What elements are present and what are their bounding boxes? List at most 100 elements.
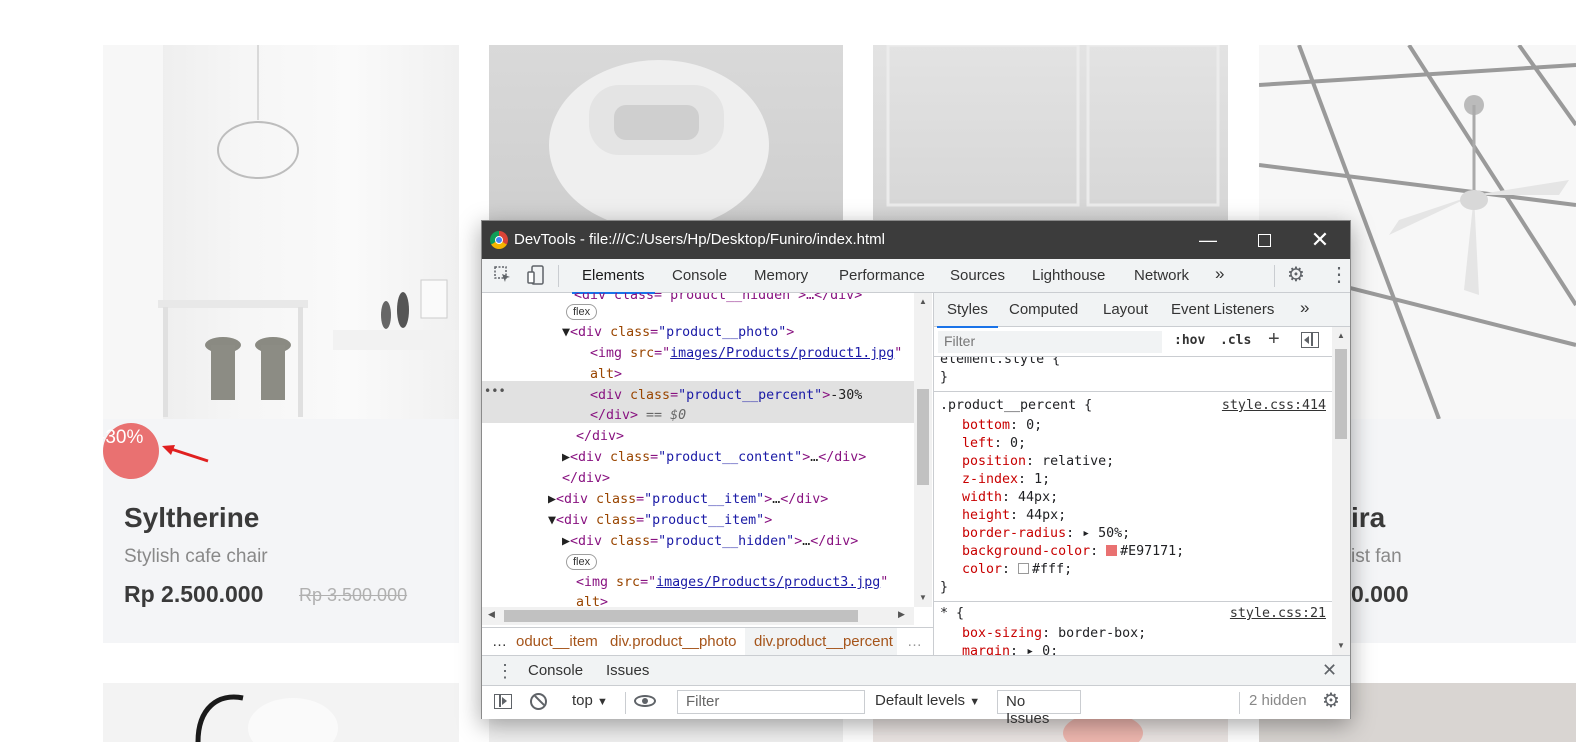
maximize-icon[interactable] [1236,221,1292,259]
styles-filter-input[interactable]: Filter [938,331,1162,353]
css-declaration[interactable]: margin: ▸ 0; [962,643,1058,655]
breadcrumb-item-active[interactable]: div.product__percent [754,633,893,650]
css-declaration[interactable]: bottom: 0; [962,417,1042,435]
minimize-icon[interactable]: — [1180,221,1236,259]
css-declaration[interactable]: color: #fff; [962,561,1072,579]
css-declaration[interactable]: background-color: #E97171; [962,543,1184,561]
element-style-selector[interactable]: element.style { [940,357,1060,369]
styles-rules[interactable]: element.style { } .product__percent { st… [934,357,1332,655]
dom-line[interactable]: </div> [562,468,610,489]
styles-vscrollbar[interactable]: ▲ ▼ [1332,327,1350,655]
tab-console[interactable]: Console [672,267,727,284]
hov-toggle[interactable]: :hov [1174,333,1205,348]
tab-elements[interactable]: Elements [572,267,654,294]
product-photo-3 [873,45,1228,220]
tab-performance[interactable]: Performance [839,267,925,284]
drawer-menu-icon[interactable]: ⋮ [496,661,514,681]
tab-sources[interactable]: Sources [950,267,1005,284]
rule-selector[interactable]: .product__percent { [940,397,1092,415]
color-swatch[interactable] [1018,563,1030,574]
breadcrumb-item[interactable]: oduct__item [516,633,598,650]
drawer-close-icon[interactable]: ✕ [1322,660,1337,680]
close-icon[interactable]: ✕ [1292,221,1348,259]
tab-memory[interactable]: Memory [754,267,808,284]
kebab-icon[interactable]: ⋮ [1329,265,1349,285]
context-select[interactable]: top ▼ [572,692,608,709]
dom-line[interactable]: <div class="product__hidden">…</div> [574,293,862,306]
tab-network[interactable]: Network [1134,267,1189,284]
tab-event-listeners[interactable]: Event Listeners [1171,301,1274,318]
css-declaration[interactable]: width: 44px; [962,489,1058,507]
dom-line[interactable]: ▶<div class="product__hidden">…</div> [562,531,858,552]
devtools-window[interactable]: DevTools - file:///C:/Users/Hp/Desktop/F… [481,220,1351,727]
sidebar-toggle-icon[interactable] [1301,332,1319,348]
dom-line[interactable]: ▶<div class="product__item">…</div> [548,489,828,510]
tab-layout[interactable]: Layout [1103,301,1148,318]
product-photo-3-image [886,45,1220,207]
dom-line-selected[interactable]: <div class="product__percent">-30% [590,385,862,406]
new-rule-button[interactable]: + [1268,328,1280,351]
dom-line[interactable]: <img src="images/Products/product3.jpg" [576,572,888,593]
dom-line[interactable]: ▼<div class="product__item"> [548,510,772,531]
console-filter-input[interactable]: Filter [677,690,865,714]
product-photo-2-image [549,60,769,220]
breadcrumb: … oduct__item div.product__photo div.pro… [482,627,933,655]
gear-icon[interactable]: ⚙ [1287,265,1305,285]
dom-line[interactable]: ▼<div class="product__photo"> [562,322,794,343]
more-tabs-icon[interactable]: » [1215,264,1224,284]
device-icon[interactable] [527,265,545,290]
log-levels-select[interactable]: Default levels ▼ [875,692,980,709]
rule-source-link[interactable]: style.css:21 [1230,605,1326,623]
rule-selector[interactable]: * { [940,605,964,623]
more-styles-tabs-icon[interactable]: » [1300,298,1309,318]
tab-lighthouse[interactable]: Lighthouse [1032,267,1105,284]
breadcrumb-item[interactable]: div.product__photo [610,633,736,650]
css-declaration[interactable]: border-radius: ▸ 50%; [962,525,1130,543]
css-declaration[interactable]: z-index: 1; [962,471,1050,489]
dom-line[interactable]: <img src="images/Products/product1.jpg" [590,343,902,364]
cls-toggle[interactable]: .cls [1220,333,1251,348]
elements-tree[interactable]: <div class="product__hidden">…</div> fle… [482,293,914,613]
dom-line[interactable]: alt> [590,364,622,385]
product-price: Rp 2.500.000 [124,581,264,607]
devtools-title: DevTools - file:///C:/Users/Hp/Desktop/F… [514,231,885,248]
product-photo-5-image [195,694,338,742]
devtools-tabs: Elements Console Memory Performance Sour… [482,259,1350,294]
rule-source-link[interactable]: style.css:414 [1222,397,1326,415]
css-declaration[interactable]: box-sizing: border-box; [962,625,1146,643]
discount-badge: -30% [99,423,159,479]
product-old-price: Rp 3.500.000 [299,585,408,605]
drawer-tab-issues[interactable]: Issues [606,662,649,679]
elements-vscrollbar[interactable]: ▲ ▼ [914,293,932,607]
drawer-tab-console[interactable]: Console [517,662,594,689]
block-icon[interactable] [530,693,547,710]
rule-close: } [940,580,949,595]
console-sidebar-icon[interactable] [494,694,512,709]
product-photo-2 [489,45,843,220]
issues-button[interactable]: No Issues [997,690,1081,727]
elements-hscrollbar[interactable]: ◀ ▶ [482,607,914,625]
chrome-logo-icon [490,231,508,249]
console-settings-gear-icon[interactable]: ⚙ [1322,691,1340,711]
tab-styles[interactable]: Styles [937,301,998,328]
dom-flex-pill[interactable]: flex [566,301,598,322]
dom-line[interactable]: </div> [576,426,624,447]
console-drawer: ⋮ Console Issues ✕ top ▼ Filter Default … [482,655,1350,727]
product-name-4-fragment[interactable]: ira [1351,502,1385,534]
devtools-titlebar[interactable]: DevTools - file:///C:/Users/Hp/Desktop/F… [482,221,1350,259]
tab-computed[interactable]: Computed [1009,301,1078,318]
css-declaration[interactable]: left: 0; [962,435,1026,453]
dom-line-ellipsis[interactable]: ••• [484,381,506,402]
dom-line[interactable]: </div> == $0 [590,405,686,426]
dom-line[interactable]: ▶<div class="product__content">…</div> [562,447,866,468]
css-declaration[interactable]: height: 44px; [962,507,1066,525]
breadcrumb-overflow[interactable]: … [492,633,507,650]
product-name[interactable]: Syltherine [124,502,259,534]
eye-icon[interactable] [634,695,656,707]
rule-close: } [940,370,949,385]
inspect-icon[interactable] [494,266,512,289]
color-swatch[interactable] [1106,545,1118,556]
css-declaration[interactable]: position: relative; [962,453,1114,471]
breadcrumb-overflow-right[interactable]: … [907,633,922,650]
dom-flex-pill[interactable]: flex [566,551,598,572]
